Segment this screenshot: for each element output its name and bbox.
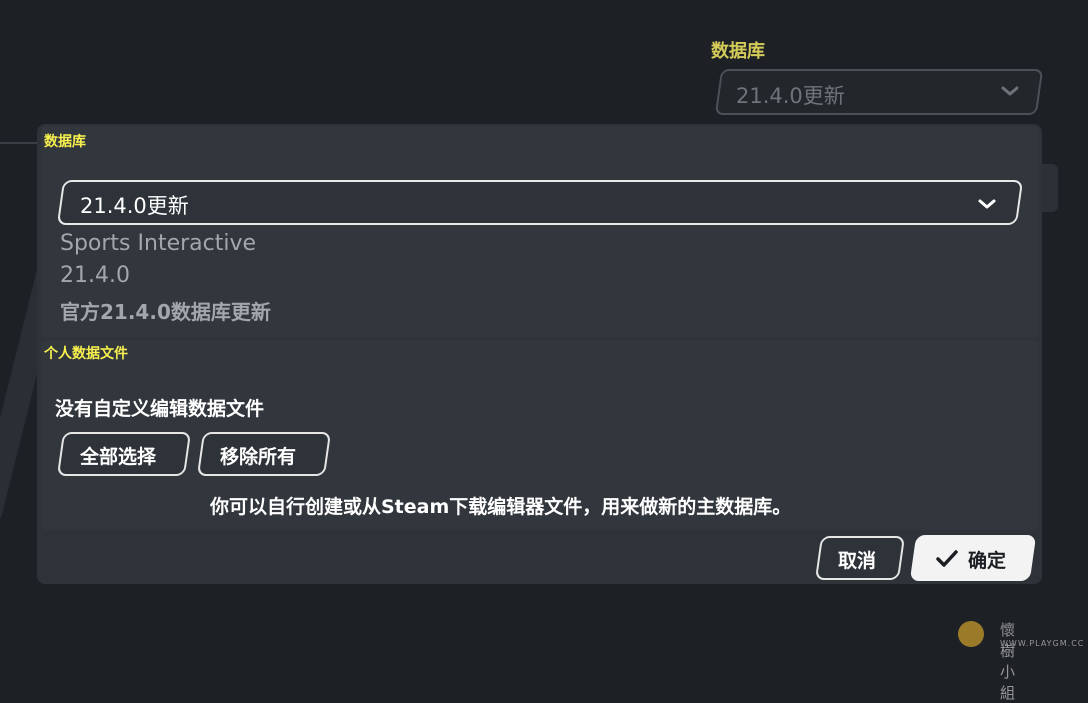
cancel-button[interactable] [814, 536, 906, 580]
database-version: 21.4.0 [60, 263, 130, 288]
background-divider [0, 142, 40, 144]
no-custom-files-message: 没有自定义编辑数据文件 [55, 398, 265, 420]
database-select[interactable] [56, 180, 1024, 225]
confirm-button[interactable] [909, 535, 1037, 581]
remove-all-button[interactable] [196, 432, 332, 476]
watermark-text: 懷樹小組 [1000, 621, 1020, 702]
database-description: 官方21.4.0数据库更新 [60, 300, 271, 324]
database-section-title: 数据库 [44, 134, 86, 150]
database-select-value: 21.4.0更新 [80, 194, 189, 218]
background-database-label: 数据库 [711, 41, 765, 62]
chevron-down-icon [1001, 86, 1019, 96]
watermark-emblem-icon [958, 621, 984, 647]
chevron-down-icon [978, 199, 996, 209]
select-all-button[interactable] [56, 432, 192, 476]
database-publisher: Sports Interactive [60, 231, 257, 256]
personal-section-title: 个人数据文件 [44, 346, 128, 362]
editor-files-hint: 你可以自行创建或从Steam下载编辑器文件，用来做新的主数据库。 [210, 496, 792, 518]
watermark-url: WWW.PLAYGM.CC [1000, 639, 1085, 648]
background-database-value: 21.4.0更新 [736, 84, 845, 108]
